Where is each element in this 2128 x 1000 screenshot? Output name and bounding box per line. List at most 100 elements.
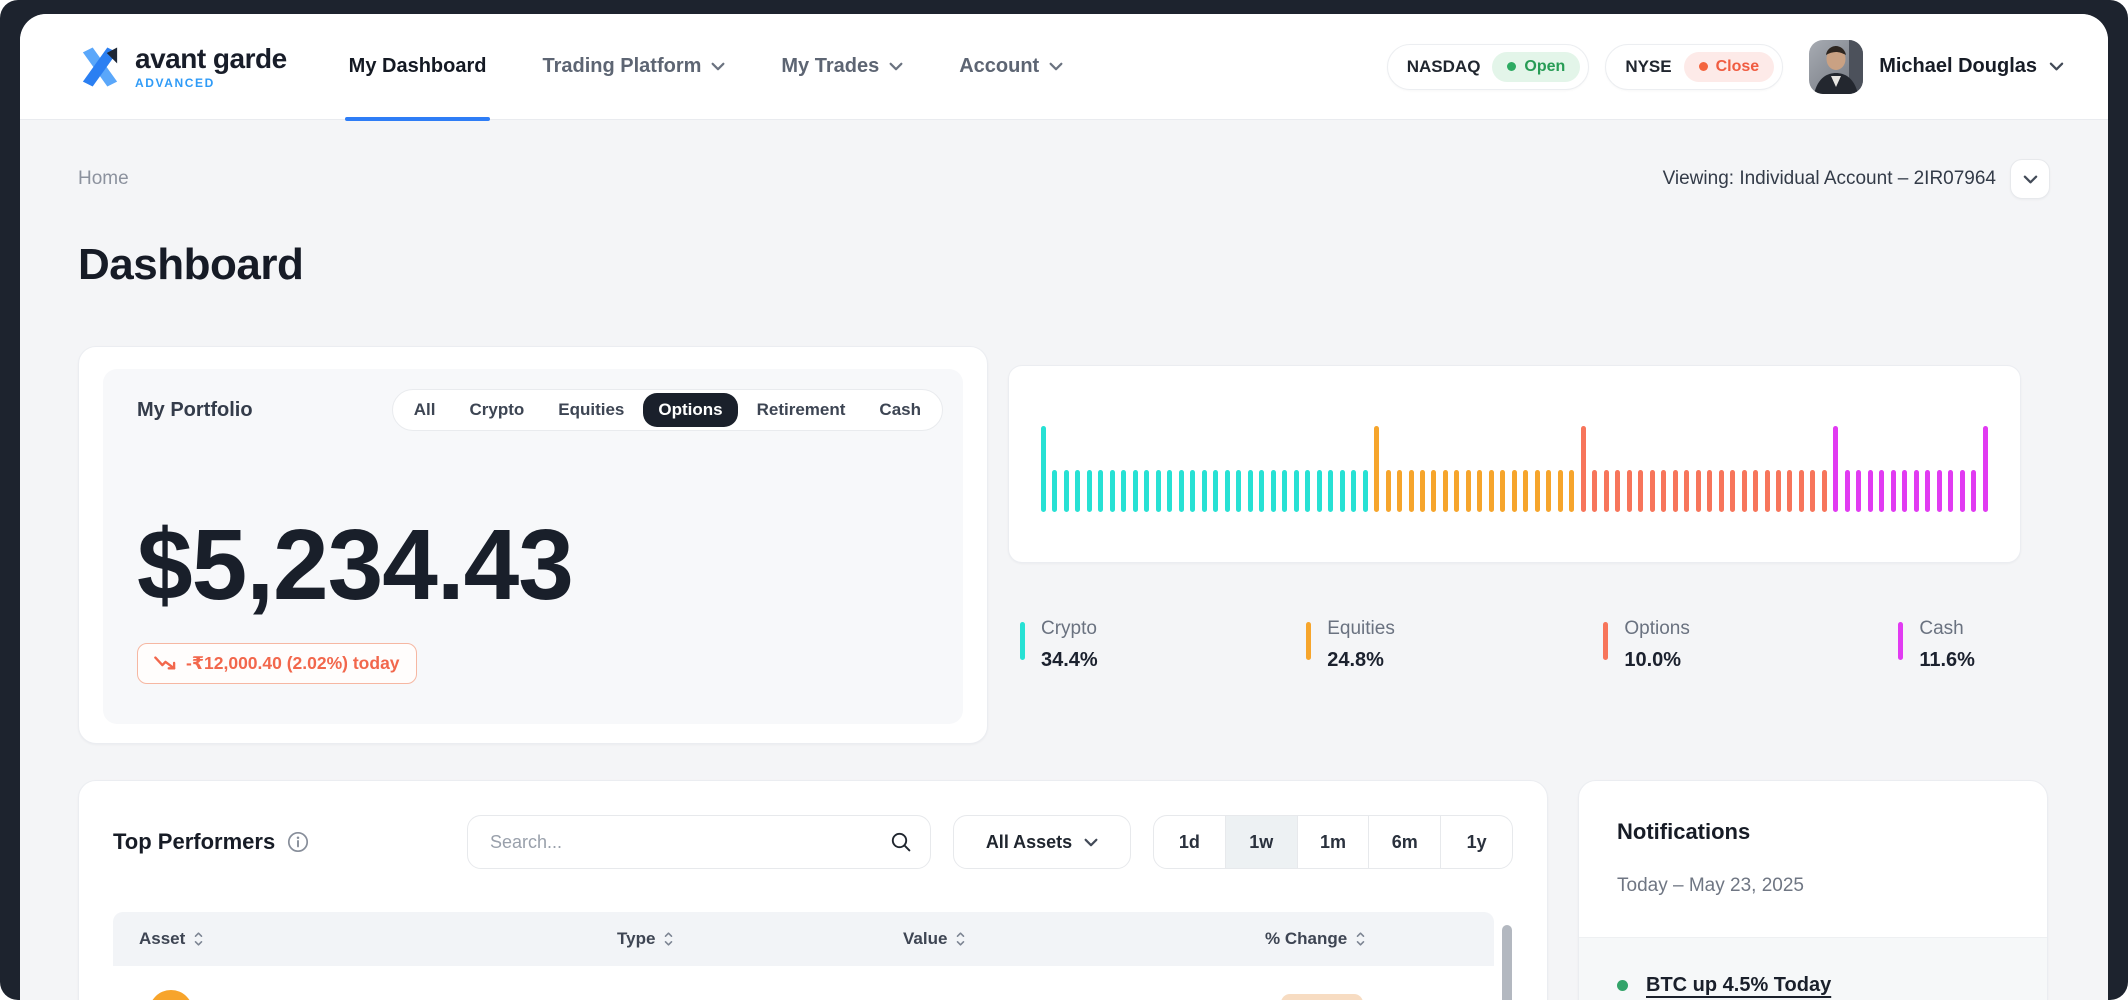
chart-bar-cash xyxy=(1971,470,1976,512)
notification-text[interactable]: BTC up 4.5% Today xyxy=(1646,974,1831,997)
chevron-down-icon xyxy=(889,62,903,71)
range-1m[interactable]: 1m xyxy=(1297,816,1369,868)
tab-cash[interactable]: Cash xyxy=(864,393,936,427)
nav-item-label: My Trades xyxy=(781,55,879,78)
nav-item-label: Trading Platform xyxy=(542,55,701,78)
tab-options[interactable]: Options xyxy=(643,393,737,427)
chart-bar-crypto xyxy=(1052,470,1057,512)
portfolio-card: My Portfolio AllCryptoEquitiesOptionsRet… xyxy=(78,346,988,744)
chart-bar-crypto xyxy=(1179,470,1184,512)
chart-bar-crypto xyxy=(1225,470,1230,512)
info-icon[interactable] xyxy=(287,831,309,853)
chart-bar-cash xyxy=(1833,426,1838,512)
brand-logo[interactable]: avant garde ADVANCED xyxy=(78,45,287,89)
nav-item-trading-platform[interactable]: Trading Platform xyxy=(542,14,725,120)
allocation-bar-chart xyxy=(1008,365,2021,563)
range-1y[interactable]: 1y xyxy=(1440,816,1512,868)
chevron-down-icon xyxy=(1084,838,1098,847)
table-scrollbar[interactable] xyxy=(1502,925,1512,1000)
chart-bar-options xyxy=(1822,470,1827,512)
nav-item-account[interactable]: Account xyxy=(959,14,1063,120)
chart-bar-crypto xyxy=(1363,470,1368,512)
chart-bar-equities xyxy=(1477,470,1482,512)
sort-icon xyxy=(664,931,673,947)
chart-bar-equities xyxy=(1466,470,1471,512)
range-1w[interactable]: 1w xyxy=(1225,816,1297,868)
chart-bar-options xyxy=(1707,470,1712,512)
sort-icon xyxy=(956,931,965,947)
notifications-title: Notifications xyxy=(1617,819,2009,845)
tab-all[interactable]: All xyxy=(399,393,451,427)
account-switcher-button[interactable] xyxy=(2010,159,2050,199)
range-6m[interactable]: 6m xyxy=(1368,816,1440,868)
chart-bar-options xyxy=(1604,470,1609,512)
chart-bar-crypto xyxy=(1133,470,1138,512)
legend-item-crypto: Crypto34.4% xyxy=(1020,618,1098,672)
chart-bar-cash xyxy=(1983,426,1988,512)
chevron-down-icon xyxy=(2023,175,2038,184)
tab-equities[interactable]: Equities xyxy=(543,393,639,427)
notification-item[interactable]: BTC up 4.5% Today xyxy=(1617,974,2009,997)
chart-bar-equities xyxy=(1546,470,1551,512)
chart-bar-options xyxy=(1581,426,1586,512)
chart-bar-crypto xyxy=(1041,426,1046,512)
brand-x-icon xyxy=(78,45,122,89)
asset-filter-dropdown[interactable]: All Assets xyxy=(953,815,1131,869)
header-right: NASDAQ Open NYSE Close xyxy=(1371,40,2064,94)
chart-bar-equities xyxy=(1397,470,1402,512)
viewing-label: Viewing: Individual Account – 2IR07964 xyxy=(1663,168,1996,190)
chart-bar-equities xyxy=(1500,470,1505,512)
chevron-down-icon[interactable] xyxy=(2049,62,2064,71)
legend-tick-icon xyxy=(1020,622,1025,660)
column-header-change[interactable]: % Change xyxy=(1265,929,1468,949)
chart-bar-equities xyxy=(1535,470,1540,512)
range-1d[interactable]: 1d xyxy=(1154,816,1225,868)
chart-bar-options xyxy=(1810,470,1815,512)
chart-bar-cash xyxy=(1914,470,1919,512)
legend-item-options: Options10.0% xyxy=(1603,618,1689,672)
search-input[interactable] xyxy=(488,831,890,854)
performers-table: AssetType Value% Change xyxy=(113,912,1494,1000)
nav-item-label: Account xyxy=(959,55,1039,78)
chart-bar-equities xyxy=(1409,470,1414,512)
column-label: Type xyxy=(617,929,655,949)
chart-bar-options xyxy=(1661,470,1666,512)
legend-label: Options xyxy=(1624,618,1689,640)
top-header: avant garde ADVANCED My Dashboard Trading… xyxy=(20,14,2108,120)
search-icon[interactable] xyxy=(890,831,912,853)
chart-bar-equities xyxy=(1420,470,1425,512)
user-name[interactable]: Michael Douglas xyxy=(1879,55,2037,78)
column-header-value[interactable]: Value xyxy=(903,929,1265,949)
chart-bar-options xyxy=(1627,470,1632,512)
table-row[interactable] xyxy=(113,966,1494,1000)
market-status-nyse: NYSE Close xyxy=(1605,44,1783,90)
chart-bar-options xyxy=(1650,470,1655,512)
chart-bar-cash xyxy=(1925,470,1930,512)
brand-subtitle: ADVANCED xyxy=(135,77,287,89)
sort-icon xyxy=(1356,931,1365,947)
legend-item-cash: Cash11.6% xyxy=(1898,618,1975,672)
chart-bar-options xyxy=(1730,470,1735,512)
chart-bar-crypto xyxy=(1317,470,1322,512)
nav-item-my-dashboard[interactable]: My Dashboard xyxy=(349,14,487,120)
chart-bar-options xyxy=(1765,470,1770,512)
nav-item-label: My Dashboard xyxy=(349,55,487,78)
chart-bar-options xyxy=(1615,470,1620,512)
main-nav: My Dashboard Trading Platform My Trades Acc… xyxy=(349,14,1064,120)
tab-retirement[interactable]: Retirement xyxy=(742,393,861,427)
chart-bar-crypto xyxy=(1190,470,1195,512)
column-header-type[interactable]: Type xyxy=(617,929,903,949)
tab-crypto[interactable]: Crypto xyxy=(454,393,539,427)
notifications-date: Today – May 23, 2025 xyxy=(1617,875,2009,897)
chart-bar-equities xyxy=(1374,426,1379,512)
column-header-asset[interactable]: Asset xyxy=(139,929,617,949)
chevron-down-icon xyxy=(1049,62,1063,71)
avatar[interactable] xyxy=(1809,40,1863,94)
chart-bar-crypto xyxy=(1340,470,1345,512)
legend-item-equities: Equities24.8% xyxy=(1306,618,1395,672)
chart-bar-crypto xyxy=(1110,470,1115,512)
breadcrumb[interactable]: Home xyxy=(78,168,129,190)
nav-item-my-trades[interactable]: My Trades xyxy=(781,14,903,120)
top-performers-title: Top Performers xyxy=(113,829,275,855)
chart-bar-equities xyxy=(1523,470,1528,512)
